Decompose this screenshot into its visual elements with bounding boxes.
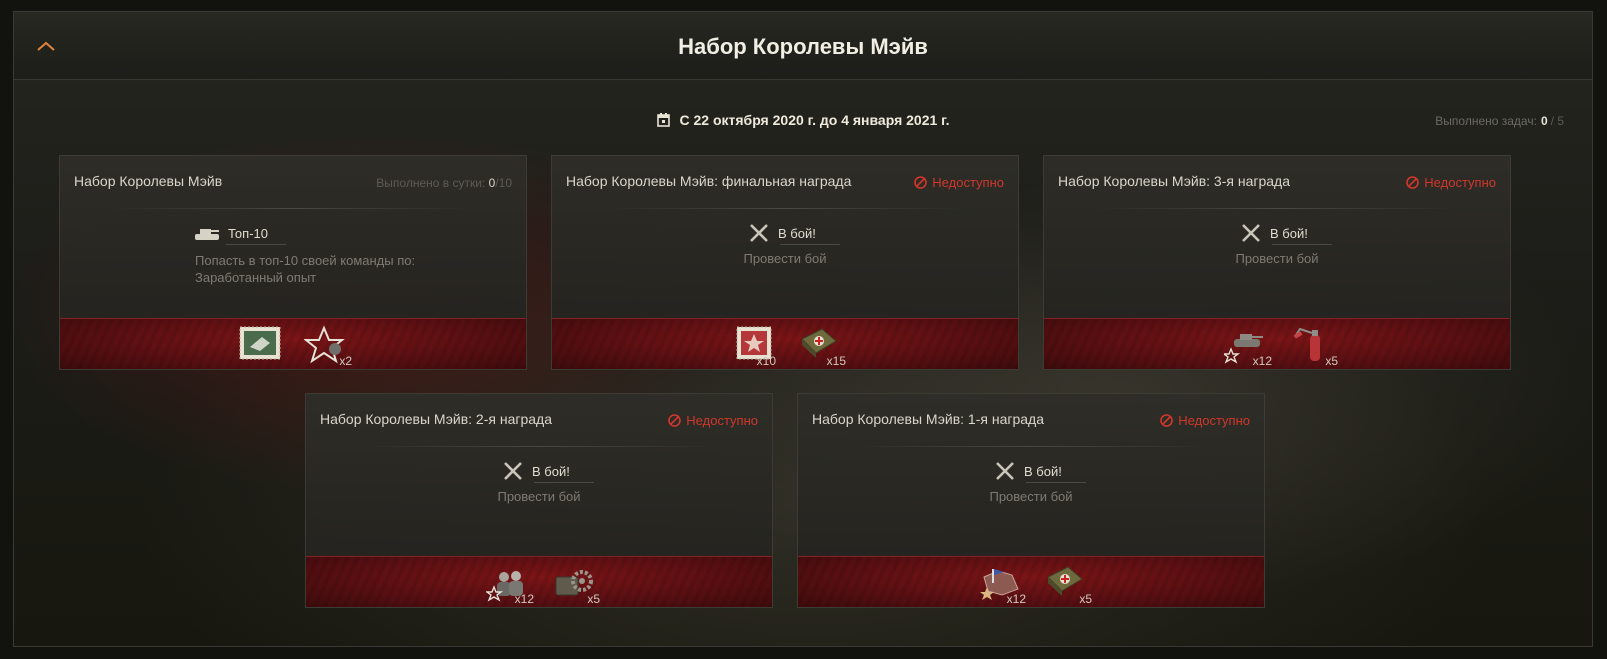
progress-label: Выполнено задач:	[1435, 114, 1537, 128]
status-text: Недоступно	[1424, 175, 1496, 190]
status-badge: Недоступно	[668, 413, 758, 428]
rewards-band: x10 x15	[552, 318, 1018, 369]
task-underline	[226, 244, 286, 245]
card-title: Набор Королевы Мэйв: финальная награда	[566, 173, 852, 189]
reward-count: x5	[1325, 354, 1338, 368]
task-underline	[534, 482, 594, 483]
reward-item[interactable]: x12	[1221, 325, 1272, 368]
page-title: Набор Королевы Мэйв	[678, 34, 928, 59]
reward-item[interactable]: x12	[484, 563, 534, 606]
progress-done: 0	[1540, 114, 1548, 128]
divider	[606, 208, 964, 209]
reward-item[interactable]: x5	[552, 563, 600, 606]
status-text: Недоступно	[932, 175, 1004, 190]
reward-count: x2	[339, 354, 352, 368]
calendar-icon	[656, 113, 670, 127]
reward-item[interactable]: x10	[734, 325, 778, 368]
task-head: В бой!	[994, 460, 1062, 482]
task-name: В бой!	[532, 463, 570, 479]
stamp-icon	[239, 326, 281, 360]
tasks-progress: Выполнено задач: 0/ 5	[1435, 114, 1564, 128]
reward-item[interactable]: x2	[303, 325, 352, 368]
reward-item[interactable]: x15	[798, 325, 846, 368]
fire-extinguisher-icon	[1293, 327, 1320, 361]
card-title: Набор Королевы Мэйв: 1-я награда	[812, 411, 1044, 427]
reward-count: x12	[1006, 592, 1026, 606]
task-head: В бой!	[502, 460, 570, 482]
unavailable-icon	[1160, 414, 1174, 427]
mission-panel: Набор Королевы Мэйв С 22 октября 2020 г.…	[13, 11, 1593, 647]
mission-card[interactable]: Набор Королевы Мэйв: 3-я награда Недосту…	[1043, 155, 1511, 370]
task-head: В бой!	[1240, 222, 1308, 244]
reward-count: x12	[1252, 354, 1272, 368]
crossed-swords-icon	[750, 224, 768, 242]
task-underline	[780, 244, 840, 245]
task-desc-line-2: Заработанный опыт	[195, 270, 317, 285]
tank-icon	[195, 229, 219, 240]
panel-header: Набор Королевы Мэйв	[14, 12, 1592, 80]
progress-sep: /	[1550, 114, 1554, 128]
divider	[852, 446, 1210, 447]
status-badge: Недоступно	[914, 175, 1004, 190]
task-description: Провести бой	[989, 489, 1073, 504]
mission-card[interactable]: Набор Королевы Мэйв: 1-я награда Недосту…	[797, 393, 1265, 608]
task-head: Топ-10	[194, 224, 268, 242]
reward-count: x5	[1079, 592, 1092, 606]
reward-item[interactable]	[238, 325, 282, 365]
task-name: В бой!	[1270, 225, 1308, 241]
unavailable-icon	[914, 176, 928, 189]
status-text: Недоступно	[686, 413, 758, 428]
task-name: В бой!	[778, 225, 816, 241]
reward-item[interactable]: x5	[1290, 325, 1338, 368]
daily-progress-total: 10	[498, 176, 512, 190]
task-desc-line-1: Попасть в топ-10 своей команды по:	[195, 253, 416, 268]
reward-count: x15	[826, 354, 846, 368]
task-underline	[1272, 244, 1332, 245]
crossed-swords-icon	[996, 462, 1014, 480]
rewards-band: x2	[60, 318, 526, 369]
unavailable-icon	[1406, 176, 1420, 189]
reward-item[interactable]: x12	[978, 563, 1026, 606]
mission-card[interactable]: Набор Королевы Мэйв: 2-я награда Недосту…	[305, 393, 773, 608]
task-head: В бой!	[748, 222, 816, 244]
crossed-swords-icon	[1242, 224, 1260, 242]
reward-count: x10	[756, 354, 776, 368]
task-description: Провести бой	[1235, 251, 1319, 266]
daily-progress-label: Выполнено в сутки:	[376, 176, 486, 190]
divider	[114, 208, 472, 209]
daily-progress: Выполнено в сутки: 0/10	[376, 176, 512, 190]
rewards-band: x12 x5	[1044, 318, 1510, 369]
rewards-band: x12 x5	[798, 556, 1264, 607]
task-name: Топ-10	[228, 225, 268, 241]
progress-total: 5	[1557, 114, 1564, 128]
mission-card[interactable]: Набор Королевы Мэйв: финальная награда Н…	[551, 155, 1019, 370]
status-badge: Недоступно	[1406, 175, 1496, 190]
divider	[1098, 208, 1456, 209]
card-title: Набор Королевы Мэйв	[74, 173, 223, 189]
status-badge: Недоступно	[1160, 413, 1250, 428]
task-description: Провести бой	[743, 251, 827, 266]
info-bar: С 22 октября 2020 г. до 4 января 2021 г.…	[14, 112, 1592, 132]
medkit-icon	[1047, 566, 1083, 596]
date-range: С 22 октября 2020 г. до 4 января 2021 г.	[14, 112, 1592, 128]
reward-count: x5	[587, 592, 600, 606]
task-description: Попасть в топ-10 своей команды по: Зараб…	[195, 252, 415, 286]
unavailable-icon	[668, 414, 682, 427]
card-title: Набор Королевы Мэйв: 3-я награда	[1058, 173, 1290, 189]
rewards-band: x12 x5	[306, 556, 772, 607]
task-name: В бой!	[1024, 463, 1062, 479]
reward-item[interactable]: x5	[1044, 563, 1092, 606]
crossed-swords-icon	[504, 462, 522, 480]
date-range-text: С 22 октября 2020 г. до 4 января 2021 г.	[679, 112, 950, 128]
task-underline	[1026, 482, 1086, 483]
status-text: Недоступно	[1178, 413, 1250, 428]
task-description: Провести бой	[497, 489, 581, 504]
mission-card[interactable]: Набор Королевы Мэйв Выполнено в сутки: 0…	[59, 155, 527, 370]
reward-count: x12	[514, 592, 534, 606]
card-title: Набор Королевы Мэйв: 2-я награда	[320, 411, 552, 427]
divider	[360, 446, 718, 447]
